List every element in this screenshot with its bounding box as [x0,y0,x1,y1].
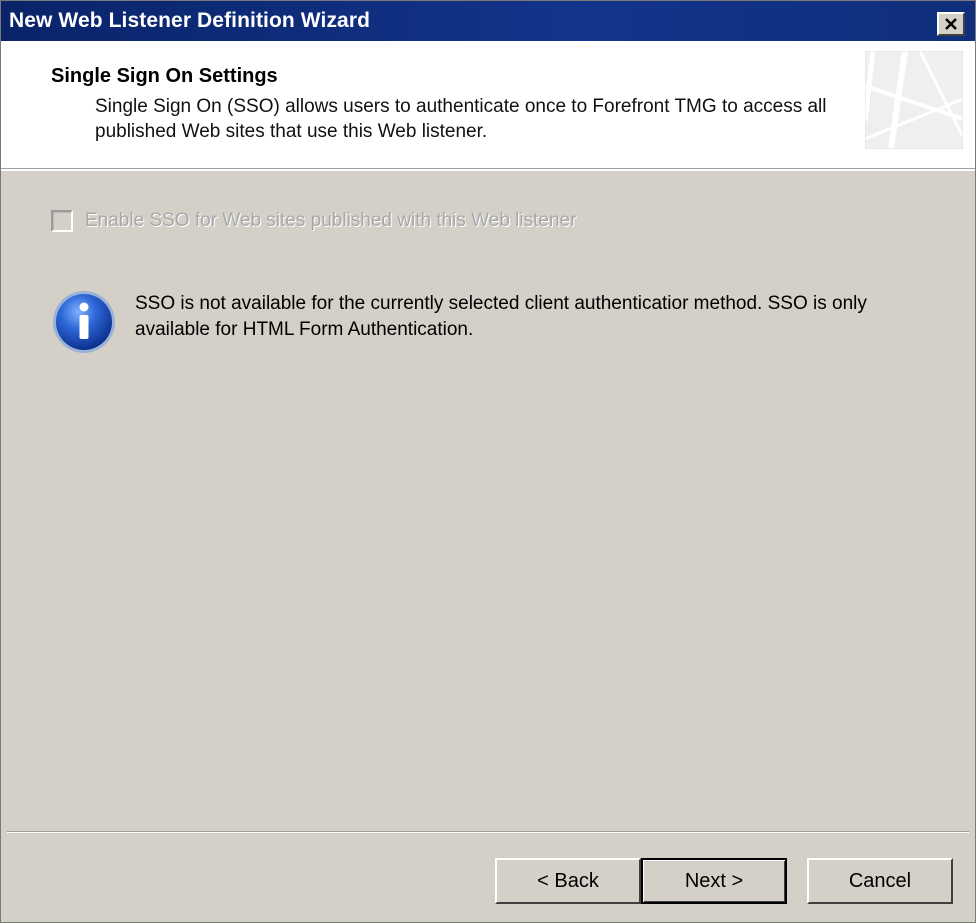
page-title: Single Sign On Settings [51,65,278,87]
enable-sso-option[interactable]: Enable SSO for Web sites published with … [51,207,576,235]
next-button[interactable]: Next > [641,858,787,904]
enable-sso-checkbox[interactable] [51,210,73,232]
back-button[interactable]: < Back [495,858,641,904]
wizard-banner-icon [865,51,963,149]
close-button[interactable] [937,12,965,36]
header-separator [1,169,975,171]
wizard-header: Single Sign On Settings Single Sign On (… [1,41,975,169]
close-icon [945,18,957,30]
sso-info-message: SSO is not available for the currently s… [135,293,867,340]
title-bar[interactable]: New Web Listener Definition Wizard [1,1,975,41]
window-title: New Web Listener Definition Wizard [9,9,371,32]
wizard-window: New Web Listener Definition Wizard Singl… [0,0,976,923]
enable-sso-label: Enable SSO for Web sites published with … [85,210,577,231]
info-icon [53,291,115,353]
page-description: Single Sign On (SSO) allows users to aut… [95,96,827,142]
footer-separator-highlight [7,832,969,833]
cancel-button[interactable]: Cancel [807,858,953,904]
